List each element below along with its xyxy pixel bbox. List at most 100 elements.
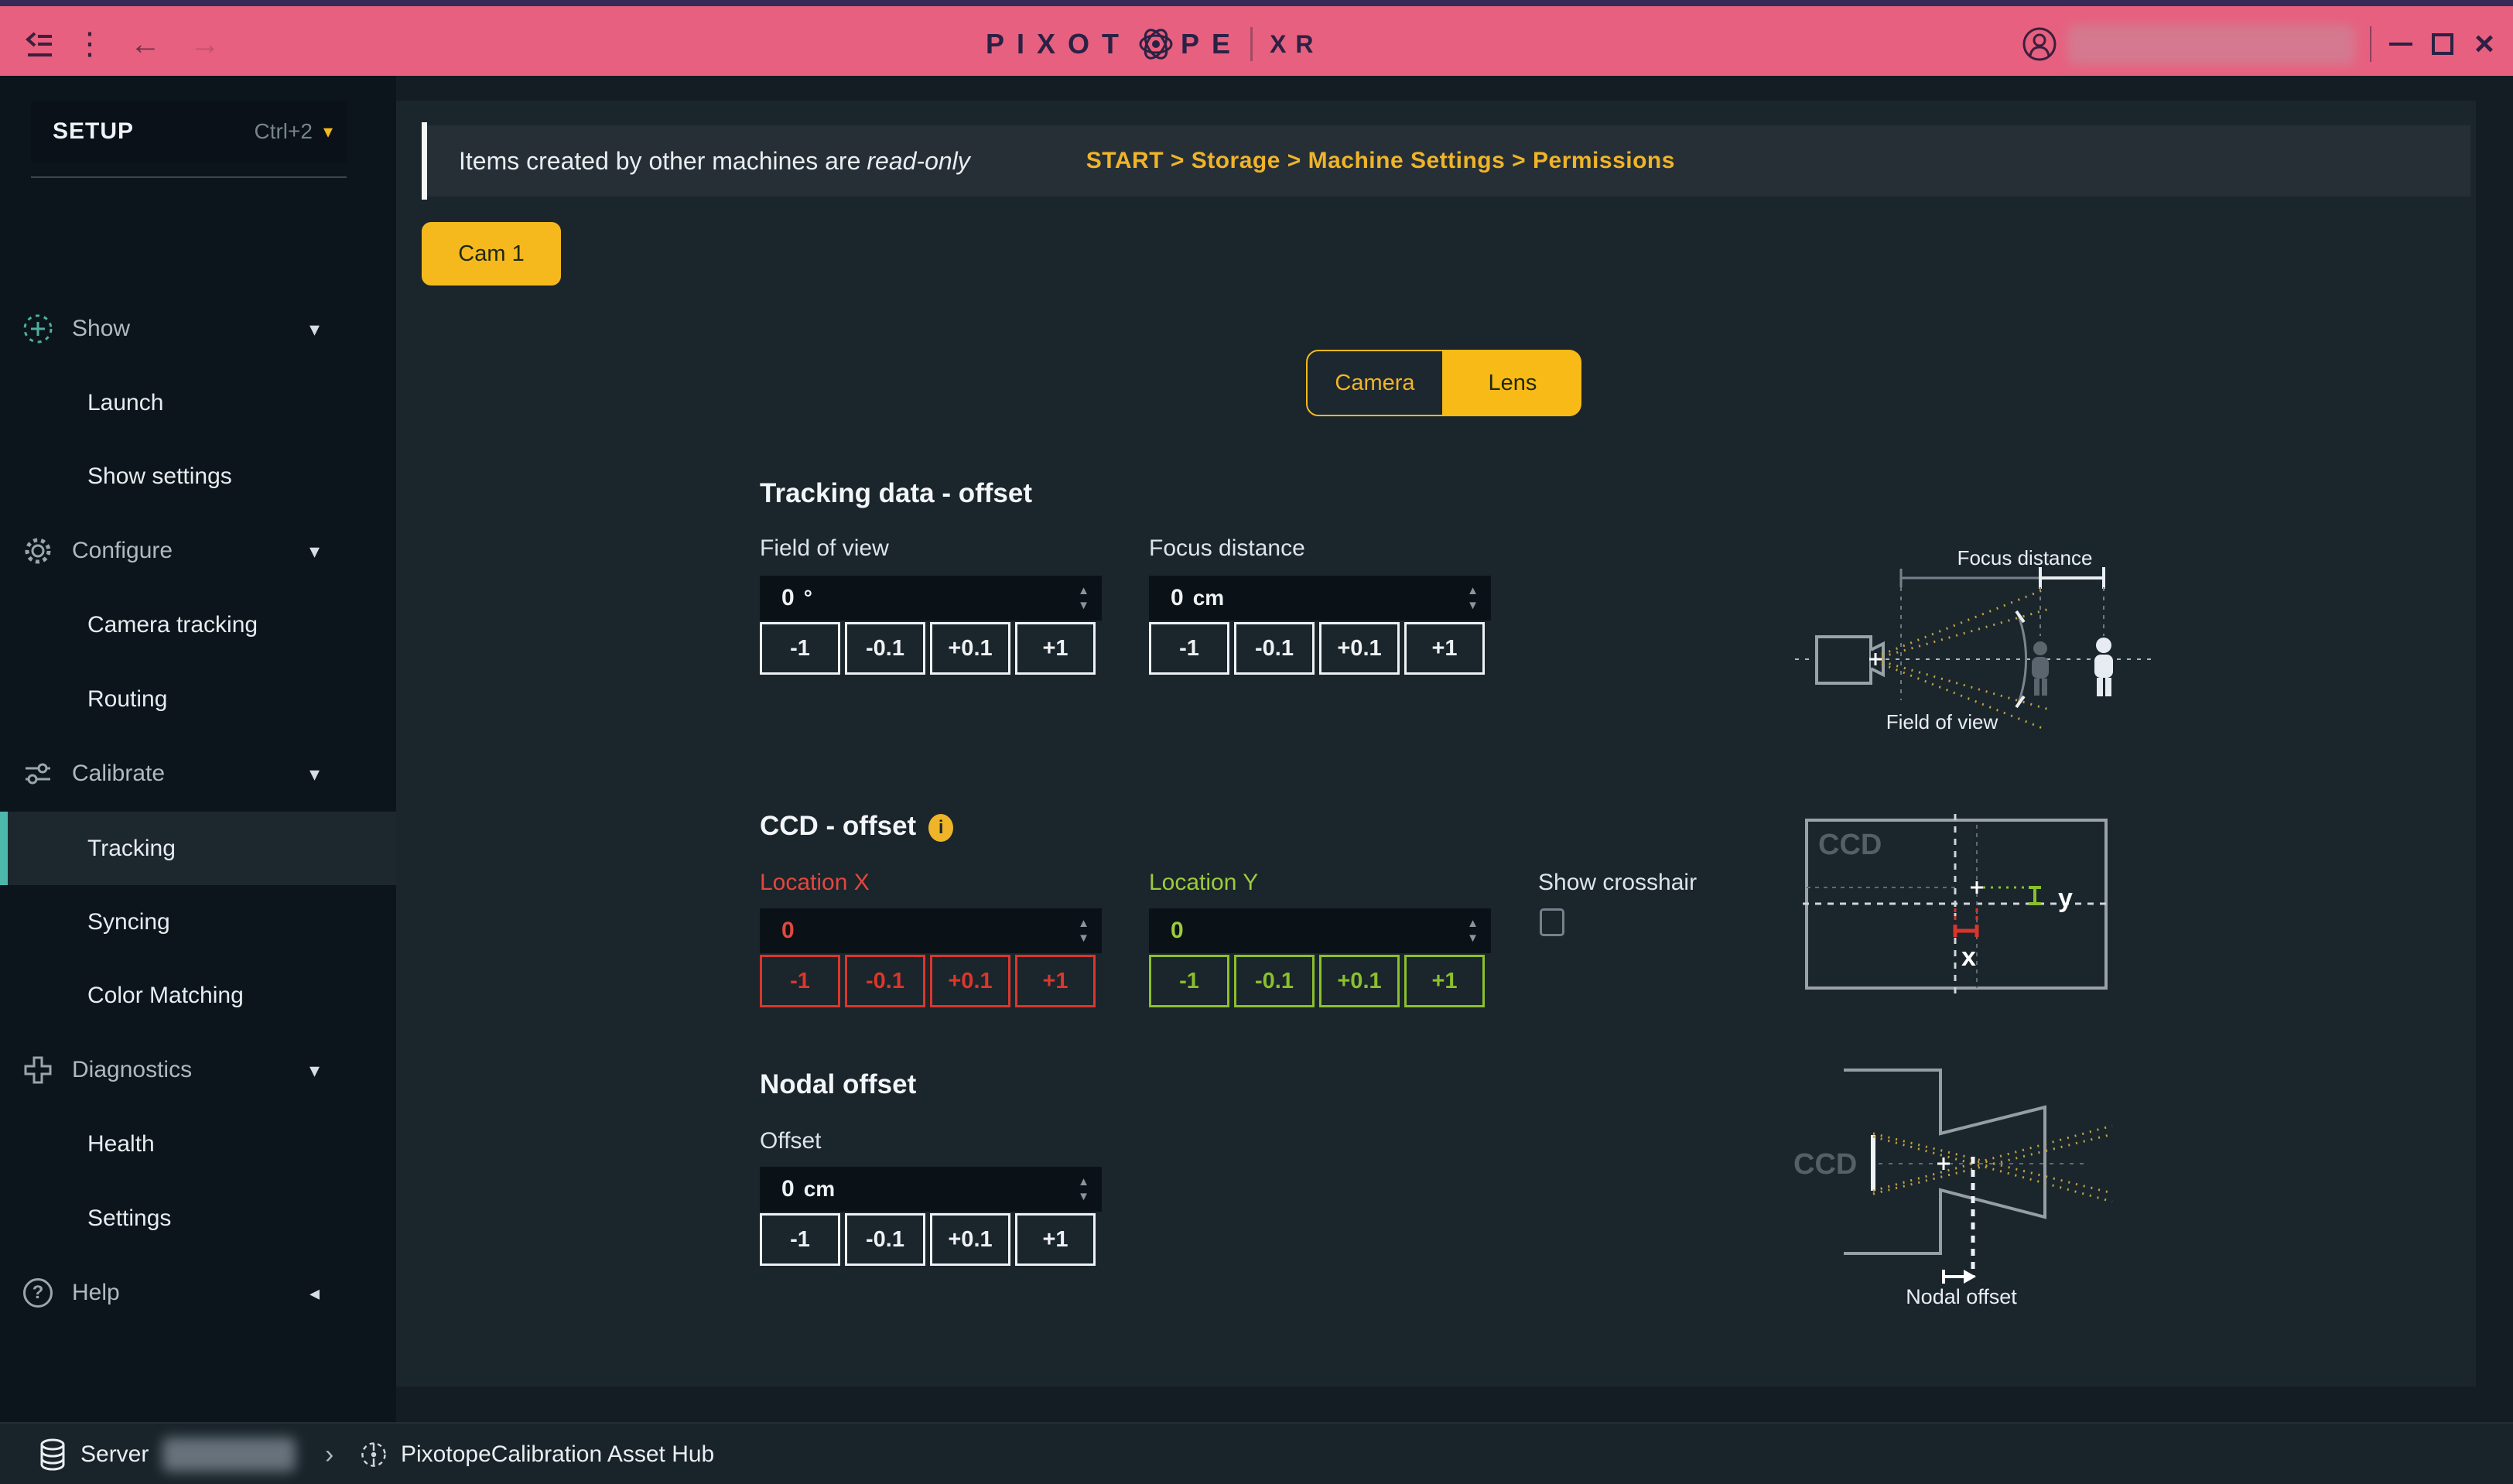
hub-label: PixotopeCalibration Asset Hub — [401, 1424, 714, 1484]
location-x-steppers: -1 -0.1 +0.1 +1 — [760, 955, 1096, 1007]
step-minus-0-1-button[interactable]: -0.1 — [1234, 622, 1315, 675]
readonly-banner: Items created by other machines are read… — [422, 125, 2470, 197]
sidebar-item-show[interactable]: Show ▾ — [0, 304, 396, 354]
step-plus-0-1-button[interactable]: +0.1 — [1319, 622, 1400, 675]
window-minimize-button[interactable] — [2381, 6, 2420, 82]
location-x-label: Location X — [760, 870, 870, 896]
svg-text:x: x — [1961, 942, 1976, 972]
sidebar-item-configure[interactable]: Configure ▾ — [0, 526, 396, 576]
nav-forward-button[interactable]: → — [180, 6, 231, 82]
nodal-offset-unit: cm — [804, 1177, 835, 1202]
mode-label: SETUP — [53, 118, 134, 145]
step-plus-1-button[interactable]: +1 — [1015, 1213, 1096, 1266]
sidebar-item-show-settings[interactable]: Show settings — [0, 452, 396, 501]
mode-selector[interactable]: SETUP Ctrl+2 ▾ — [31, 101, 347, 162]
statusbar-chevron: › — [325, 1424, 333, 1484]
chevron-down-icon: ▾ — [309, 762, 320, 786]
sidebar-collapse-button[interactable] — [19, 6, 63, 82]
cam-1-button[interactable]: Cam 1 — [422, 222, 561, 286]
section-title-ccd-offset: CCD - offseti — [760, 811, 953, 842]
hub-indicator[interactable] — [357, 1424, 390, 1484]
step-plus-0-1-button[interactable]: +0.1 — [930, 955, 1010, 1007]
logo-text-right: PE — [1181, 28, 1243, 60]
focus-distance-steppers: -1 -0.1 +0.1 +1 — [1149, 622, 1485, 675]
show-crosshair-checkbox[interactable] — [1540, 908, 1564, 936]
mode-shortcut: Ctrl+2 — [254, 119, 312, 144]
step-minus-0-1-button[interactable]: -0.1 — [845, 622, 925, 675]
titlebar: ⋮ ← → PIXOT PE XR — [0, 0, 2513, 76]
sidebar-item-tracking[interactable]: Tracking — [0, 812, 396, 885]
statusbar: Server › PixotopeCalibration Asset Hub ×… — [0, 1422, 2513, 1484]
toggle-lens-tab[interactable]: Lens — [1444, 350, 1581, 416]
sidebar-item-help[interactable]: ? Help ◂ — [0, 1268, 396, 1318]
location-x-spinner[interactable]: ▲ ▼ — [1078, 918, 1089, 944]
user-avatar-icon — [2022, 26, 2057, 62]
svg-text:Field of view: Field of view — [1886, 710, 1998, 733]
focus-distance-input[interactable]: 0 cm ▲ ▼ — [1149, 576, 1491, 621]
location-y-input[interactable]: 0 ▲ ▼ — [1149, 908, 1491, 953]
sliders-icon — [20, 756, 56, 792]
logo-product: XR — [1270, 30, 1322, 59]
atom-icon — [357, 1438, 390, 1471]
step-plus-1-button[interactable]: +1 — [1015, 955, 1096, 1007]
focus-distance-spinner[interactable]: ▲ ▼ — [1467, 585, 1479, 611]
nodal-offset-input[interactable]: 0 cm ▲ ▼ — [760, 1167, 1102, 1212]
kebab-menu-button[interactable]: ⋮ — [74, 6, 105, 82]
sidebar-item-launch[interactable]: Launch — [0, 378, 396, 428]
toggle-camera-tab[interactable]: Camera — [1306, 350, 1444, 416]
step-plus-0-1-button[interactable]: +0.1 — [930, 622, 1010, 675]
spinner-up-icon: ▲ — [1078, 1176, 1089, 1188]
logo-divider — [1250, 27, 1253, 61]
step-plus-0-1-button[interactable]: +0.1 — [930, 1213, 1010, 1266]
sidebar-item-health[interactable]: Health — [0, 1120, 396, 1169]
step-minus-0-1-button[interactable]: -0.1 — [1234, 955, 1315, 1007]
location-y-value: 0 — [1171, 918, 1184, 944]
svg-text:CCD: CCD — [1818, 829, 1882, 861]
server-label: Server — [80, 1424, 149, 1484]
step-plus-1-button[interactable]: +1 — [1404, 622, 1485, 675]
field-of-view-input[interactable]: 0 ° ▲ ▼ — [760, 576, 1102, 621]
spinner-down-icon: ▼ — [1078, 1191, 1089, 1202]
sidebar-item-syncing[interactable]: Syncing — [0, 898, 396, 947]
step-minus-1-button[interactable]: -1 — [760, 955, 840, 1007]
sidebar-item-label: Camera tracking — [87, 612, 258, 638]
person-near-icon — [2032, 641, 2049, 696]
server-indicator[interactable] — [37, 1424, 68, 1484]
spinner-up-icon: ▲ — [1078, 918, 1089, 929]
location-y-spinner[interactable]: ▲ ▼ — [1467, 918, 1479, 944]
step-minus-1-button[interactable]: -1 — [760, 622, 840, 675]
chevron-down-icon: ▾ — [309, 539, 320, 563]
step-plus-1-button[interactable]: +1 — [1015, 622, 1096, 675]
breadcrumb[interactable]: START > Storage > Machine Settings > Per… — [1086, 148, 1675, 174]
step-minus-1-button[interactable]: -1 — [1149, 622, 1229, 675]
sidebar-item-label: Help — [72, 1280, 120, 1306]
window-close-button[interactable]: × — [2465, 6, 2504, 82]
sidebar-item-settings[interactable]: Settings — [0, 1194, 396, 1243]
step-minus-1-button[interactable]: -1 — [760, 1213, 840, 1266]
sidebar-item-label: Syncing — [87, 909, 170, 935]
sidebar-item-calibrate[interactable]: Calibrate ▾ — [0, 749, 396, 798]
location-x-input[interactable]: 0 ▲ ▼ — [760, 908, 1102, 953]
sidebar-item-camera-tracking[interactable]: Camera tracking — [0, 600, 396, 650]
sidebar-item-diagnostics[interactable]: Diagnostics ▾ — [0, 1045, 396, 1095]
step-minus-0-1-button[interactable]: -0.1 — [845, 955, 925, 1007]
sidebar-collapse-icon — [24, 27, 58, 61]
step-minus-1-button[interactable]: -1 — [1149, 955, 1229, 1007]
nav-back-button[interactable]: ← — [120, 6, 171, 82]
step-plus-1-button[interactable]: +1 — [1404, 955, 1485, 1007]
sidebar-item-color-matching[interactable]: Color Matching — [0, 971, 396, 1021]
sidebar-item-label: Tracking — [87, 836, 176, 862]
sidebar-item-label: Settings — [87, 1205, 171, 1232]
info-icon[interactable]: i — [928, 814, 953, 842]
spinner-up-icon: ▲ — [1467, 585, 1479, 597]
sidebar-item-routing[interactable]: Routing — [0, 675, 396, 724]
step-minus-0-1-button[interactable]: -0.1 — [845, 1213, 925, 1266]
step-plus-0-1-button[interactable]: +0.1 — [1319, 955, 1400, 1007]
field-of-view-spinner[interactable]: ▲ ▼ — [1078, 585, 1089, 611]
kebab-icon: ⋮ — [74, 29, 105, 60]
svg-text:Focus distance: Focus distance — [1957, 546, 2093, 569]
window-maximize-button[interactable] — [2423, 6, 2462, 82]
show-crosshair-label: Show crosshair — [1538, 870, 1697, 896]
user-account-button[interactable] — [2018, 6, 2061, 82]
nodal-offset-spinner[interactable]: ▲ ▼ — [1078, 1176, 1089, 1202]
